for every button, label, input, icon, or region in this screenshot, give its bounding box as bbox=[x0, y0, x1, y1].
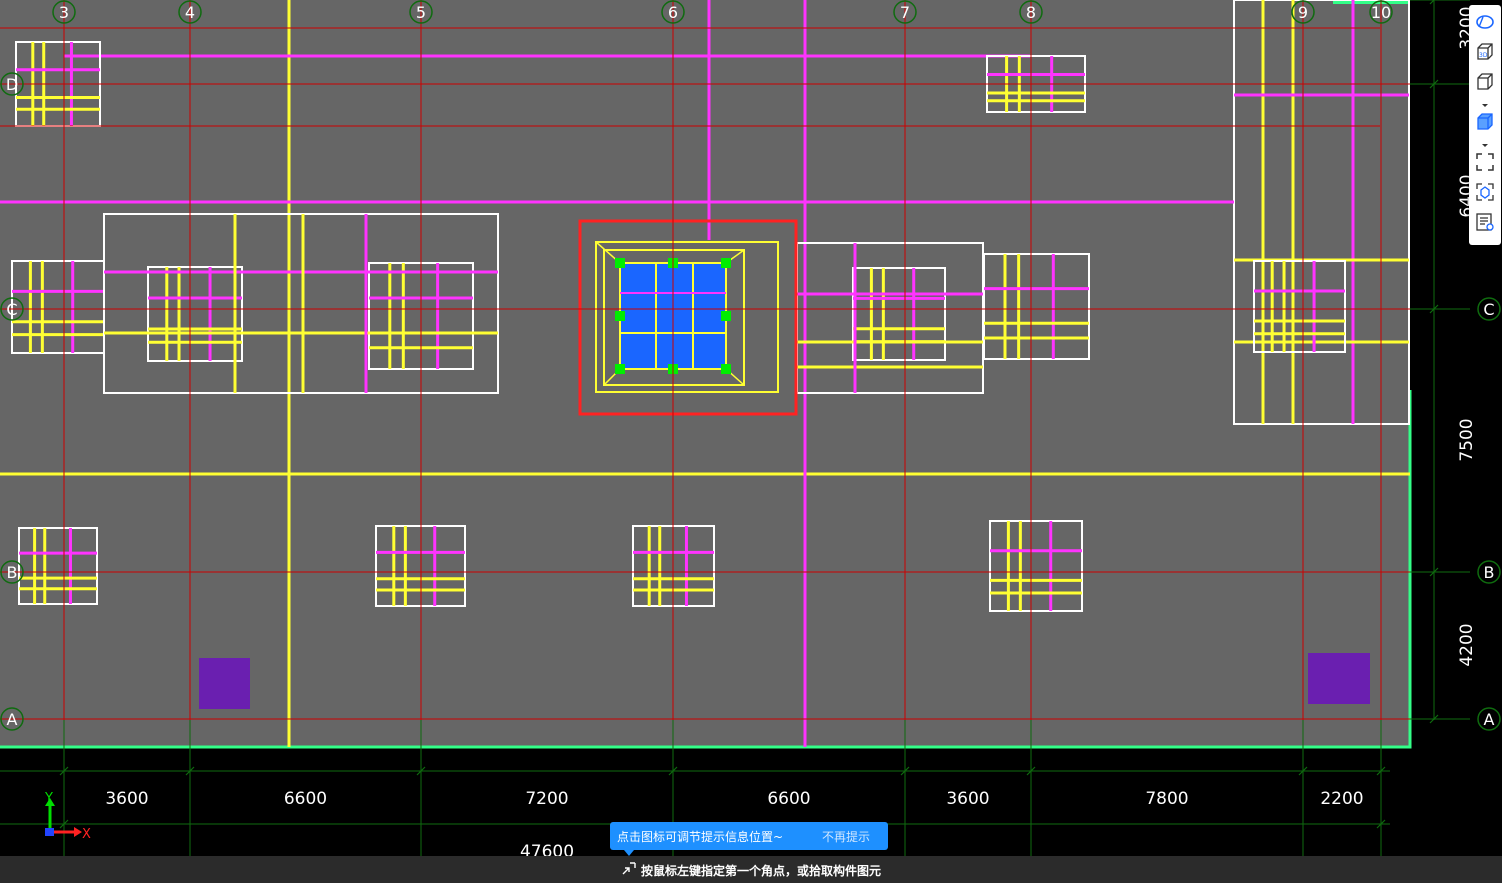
svg-text:B: B bbox=[7, 563, 18, 582]
svg-text:10: 10 bbox=[1371, 3, 1391, 22]
command-prompt: 按鼠标左键指定第一个角点，或拾取构件图元 bbox=[641, 864, 882, 878]
bay-width-dim: 6600 bbox=[767, 789, 810, 809]
ucs-y-label: Y bbox=[44, 791, 53, 806]
bay-height-dim: 4200 bbox=[1457, 623, 1477, 666]
svg-text:3: 3 bbox=[59, 3, 69, 22]
svg-text:3D: 3D bbox=[1479, 52, 1488, 59]
svg-text:5: 5 bbox=[416, 3, 426, 22]
ucs-x-label: X bbox=[82, 827, 91, 842]
cad-canvas[interactable]: 3600 6600 7200 6600 3600 7800 2200476003200640… bbox=[0, 0, 1502, 883]
axis-bubble-right-C: C bbox=[1477, 297, 1501, 321]
pick-cursor-icon bbox=[622, 862, 636, 875]
svg-text:8: 8 bbox=[1026, 3, 1036, 22]
layer-list-icon[interactable] bbox=[1474, 211, 1496, 233]
svg-text:C: C bbox=[1483, 300, 1494, 319]
element-view-icon[interactable] bbox=[1474, 181, 1496, 203]
solid-view-icon[interactable] bbox=[1474, 111, 1496, 133]
chevron-down-icon[interactable] bbox=[1474, 95, 1496, 107]
svg-text:7: 7 bbox=[900, 3, 910, 22]
bay-width-dim: 7800 bbox=[1145, 789, 1188, 809]
view-toolbar: 3D bbox=[1469, 5, 1501, 245]
floor-slab[interactable] bbox=[0, 0, 1410, 747]
axis-bubble-right-A: A bbox=[1477, 707, 1501, 731]
ucs-icon: Y X bbox=[44, 791, 91, 842]
box-view-icon[interactable] bbox=[1474, 71, 1496, 93]
purple-column-left[interactable] bbox=[199, 658, 250, 709]
bay-height-dim: 7500 bbox=[1457, 418, 1477, 461]
svg-text:B: B bbox=[1484, 563, 1495, 582]
svg-text:C: C bbox=[6, 300, 17, 319]
axis-bubble-right-B: B bbox=[1477, 560, 1501, 584]
svg-text:4: 4 bbox=[185, 3, 195, 22]
3d-view-icon[interactable]: 3D bbox=[1474, 41, 1496, 63]
svg-text:D: D bbox=[6, 75, 18, 94]
bay-width-dim: 6600 bbox=[284, 789, 327, 809]
svg-text:A: A bbox=[1484, 710, 1495, 729]
bay-width-dim: 3600 bbox=[105, 789, 148, 809]
svg-text:9: 9 bbox=[1298, 3, 1308, 22]
orbit-icon[interactable] bbox=[1474, 11, 1496, 33]
svg-text:A: A bbox=[7, 710, 18, 729]
chevron-down-icon-2[interactable] bbox=[1474, 135, 1496, 147]
dont-show-again-link[interactable]: 不再提示 bbox=[822, 828, 870, 845]
bay-width-dim: 2200 bbox=[1320, 789, 1363, 809]
svg-text:6: 6 bbox=[668, 3, 678, 22]
purple-column-right[interactable] bbox=[1308, 653, 1370, 704]
bay-width-dim: 7200 bbox=[525, 789, 568, 809]
tooltip-pointer bbox=[624, 850, 634, 856]
axis-bubble-top-10: 10 bbox=[1369, 0, 1393, 24]
bay-width-dim: 3600 bbox=[946, 789, 989, 809]
fit-view-icon[interactable] bbox=[1474, 151, 1496, 173]
hint-tooltip[interactable]: 点击图标可调节提示信息位置~ 不再提示 bbox=[610, 822, 888, 856]
hint-message: 点击图标可调节提示信息位置~ bbox=[617, 830, 784, 844]
